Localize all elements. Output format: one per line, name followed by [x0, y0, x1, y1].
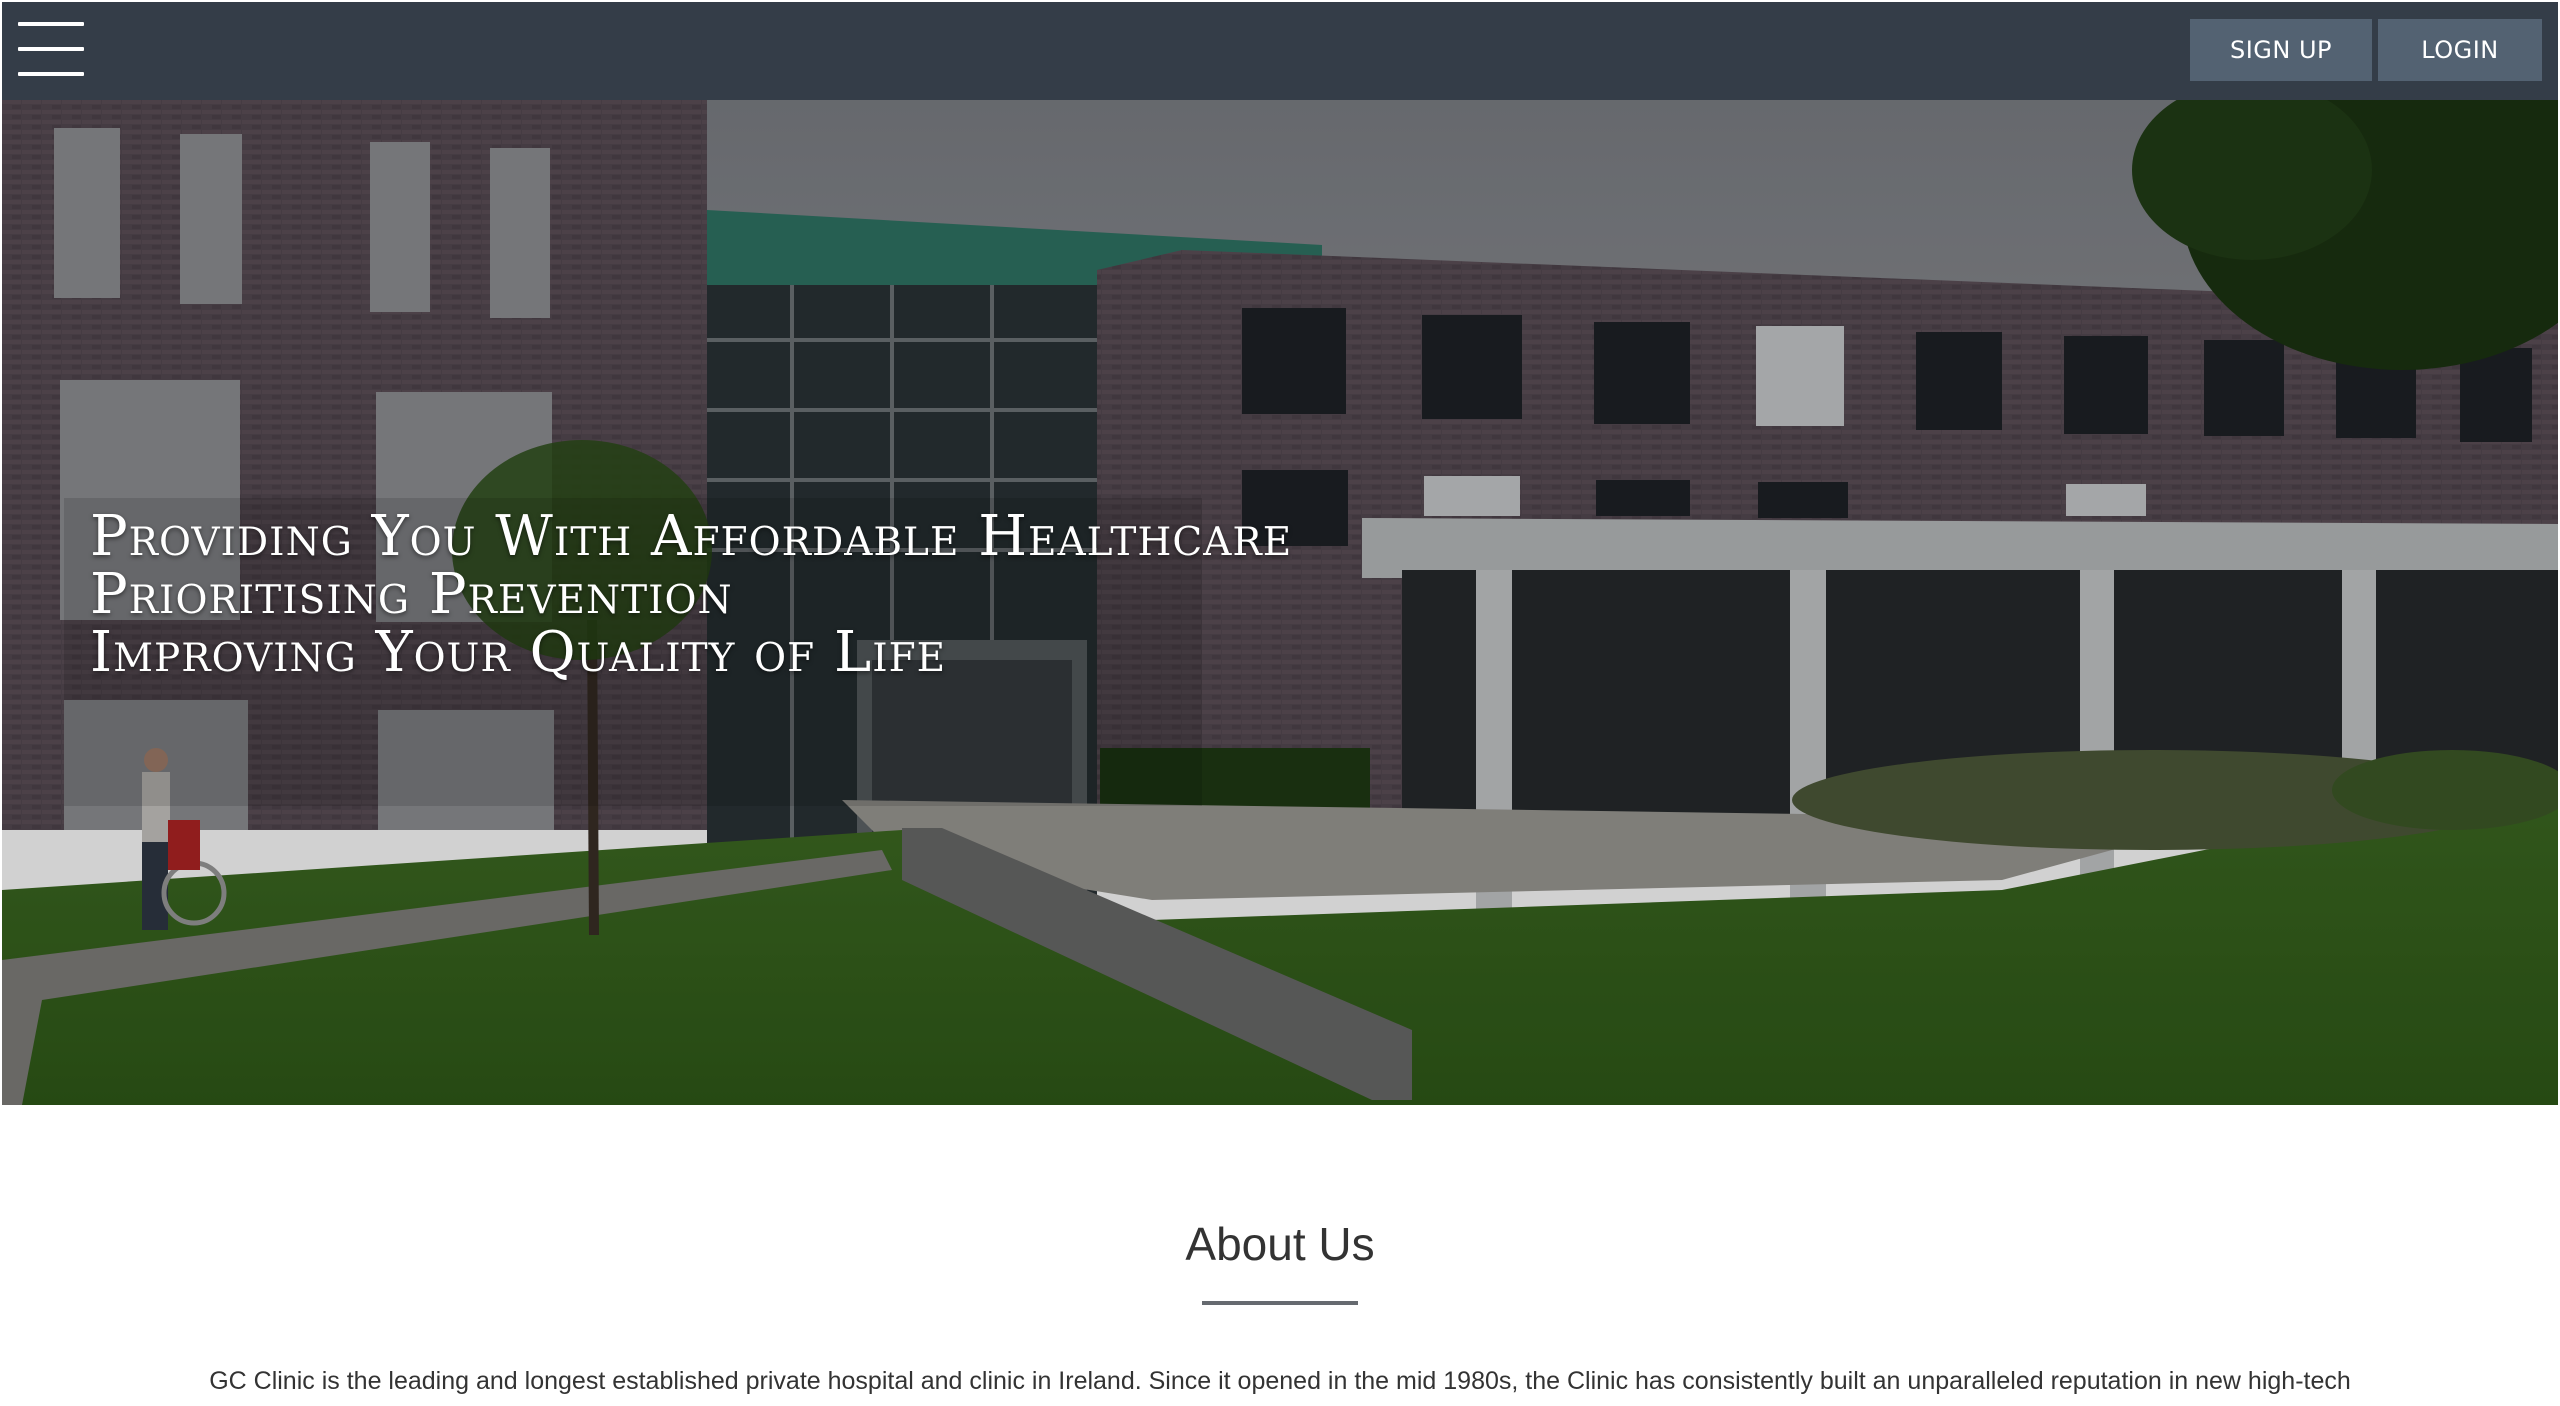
sign-up-button[interactable]: SIGN UP — [2190, 19, 2372, 81]
hero-headline: Providing You With Affordable Healthcare… — [90, 508, 1292, 682]
top-navbar: SIGN UP LOGIN — [2, 2, 2558, 100]
login-button[interactable]: LOGIN — [2378, 19, 2542, 81]
about-paragraph: GC Clinic is the leading and longest est… — [209, 1367, 2351, 1395]
about-title-underline — [1202, 1301, 1358, 1305]
hero-banner: Providing You With Affordable Healthcare… — [2, 100, 2558, 1105]
about-section: About Us GC Clinic is the leading and lo… — [0, 1105, 2560, 1406]
about-title: About Us — [1185, 1218, 1375, 1270]
hero-line-3: Improving Your Quality of Life — [90, 620, 947, 685]
hero-line-1: Providing You With Affordable Healthcare — [90, 504, 1293, 569]
hamburger-menu-icon[interactable] — [18, 22, 84, 76]
hero-line-2: Prioritising Prevention — [90, 562, 733, 627]
